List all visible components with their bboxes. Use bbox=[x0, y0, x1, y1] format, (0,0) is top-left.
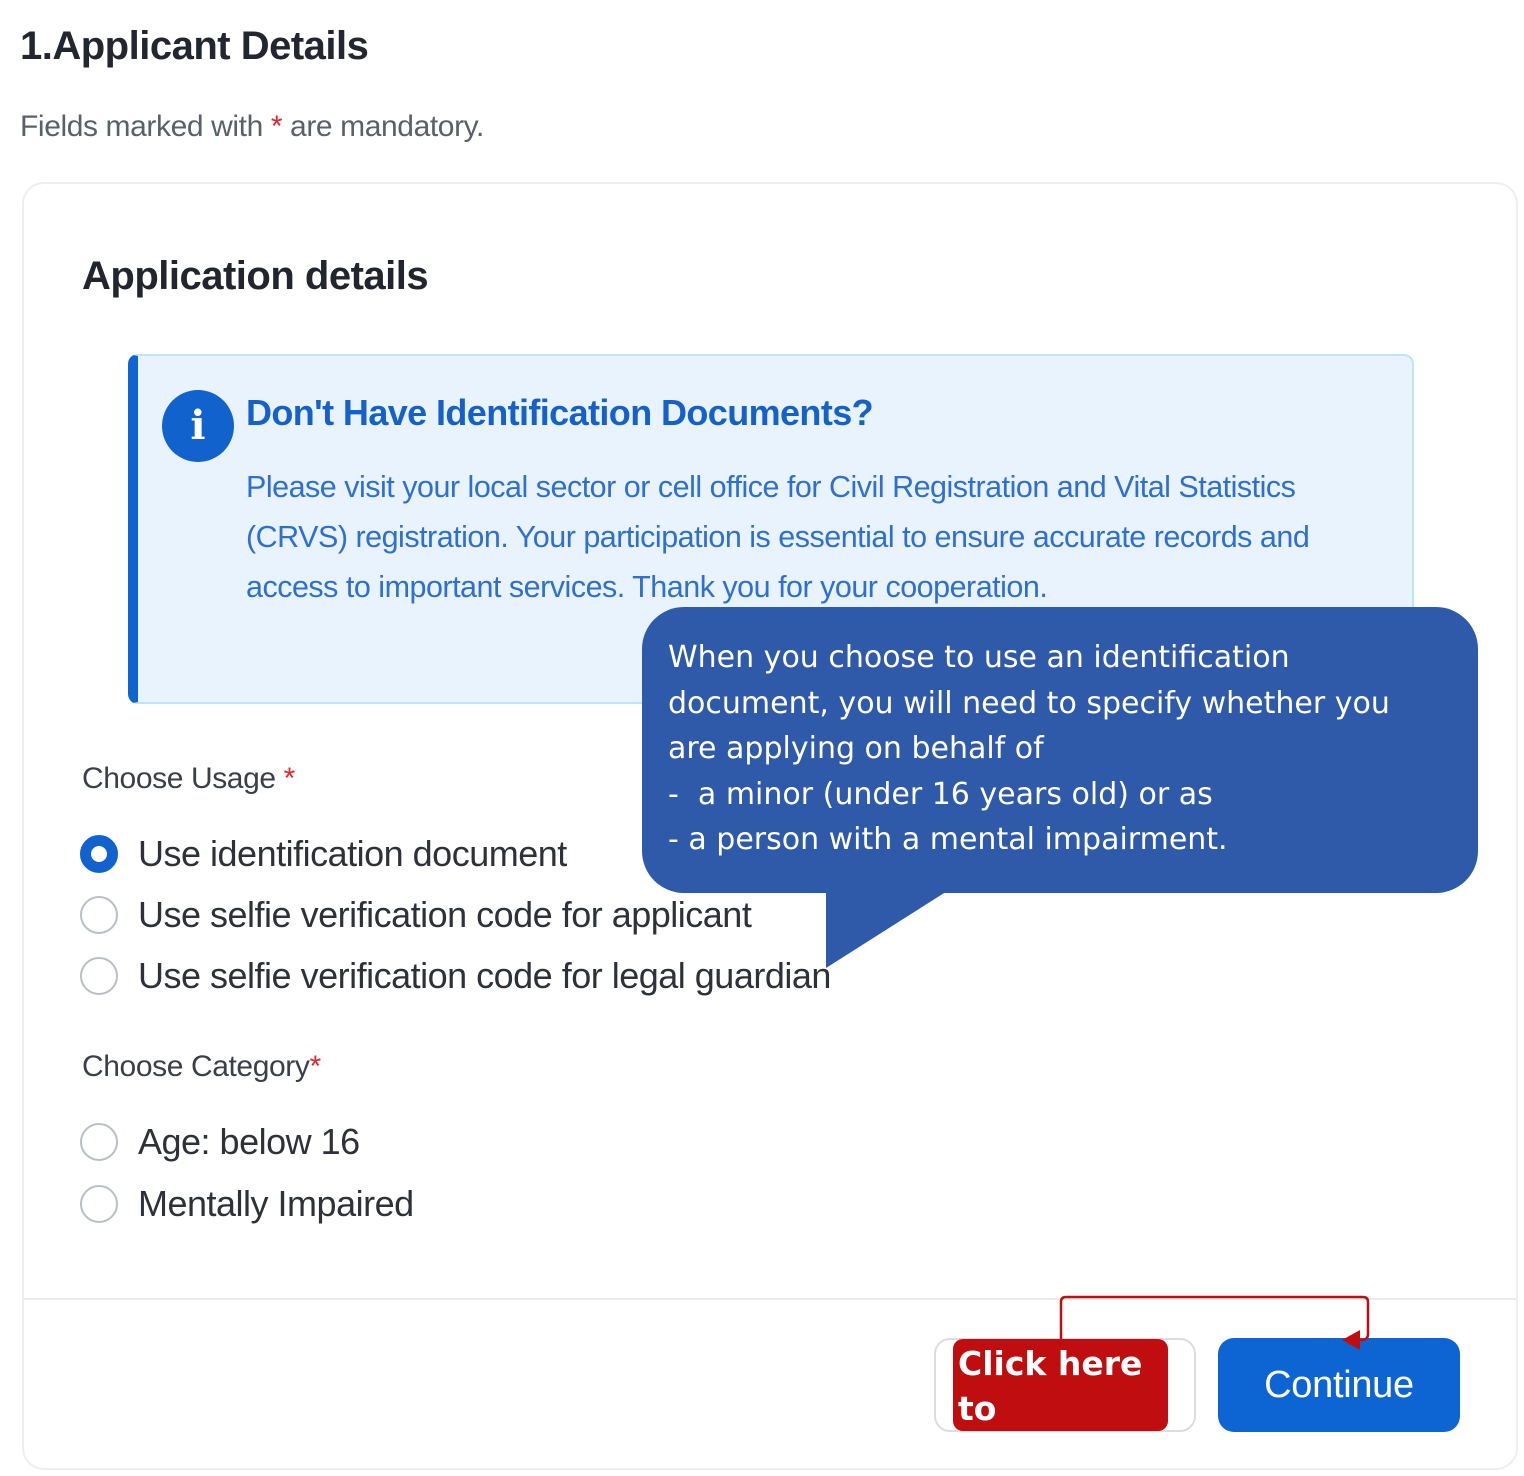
click-here-annotation: Click here to continue bbox=[953, 1339, 1168, 1473]
annotation-line: Click here to bbox=[958, 1344, 1143, 1428]
annotation-line: continue bbox=[958, 1434, 1121, 1473]
annotation-arrow bbox=[1059, 1295, 1370, 1350]
